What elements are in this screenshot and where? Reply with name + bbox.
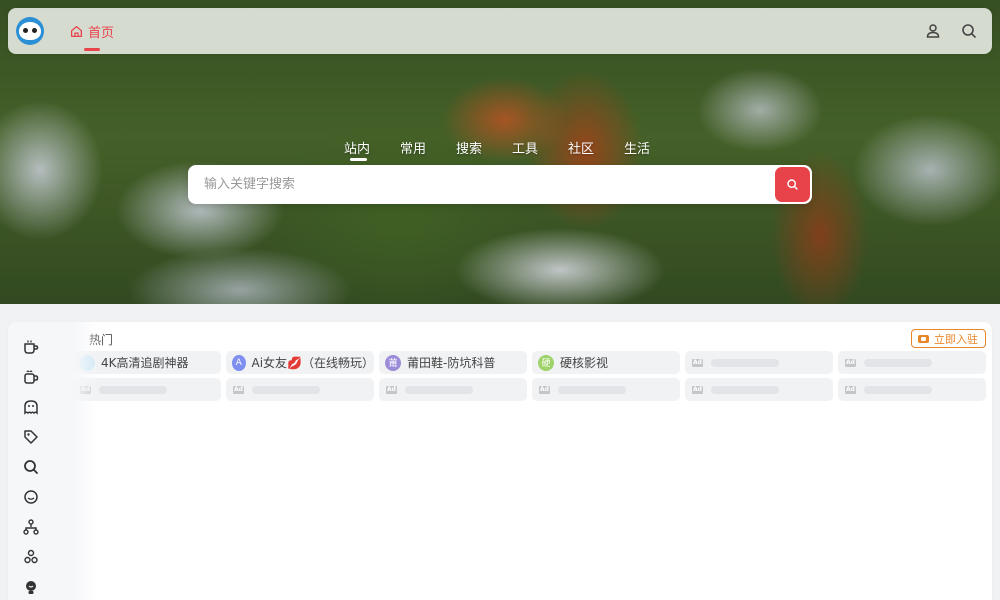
ad-placeholder-bar: [864, 385, 932, 394]
ad-placeholder[interactable]: Ad: [379, 378, 527, 401]
coffee-icon[interactable]: [22, 338, 40, 356]
search-input[interactable]: [188, 165, 768, 204]
ad-placeholder-bar: [405, 385, 473, 394]
join-button-label: 立即入驻: [934, 332, 978, 346]
sitemap-icon[interactable]: [22, 518, 40, 536]
ad-tag: Ad: [386, 385, 397, 394]
ad-placeholder-bar: [864, 358, 932, 367]
search-bar: [188, 165, 812, 204]
ad-tag: Ad: [692, 385, 703, 394]
ad-tag: Ad: [845, 358, 856, 367]
list-item[interactable]: 莆 莆田鞋-防坑科普: [379, 351, 527, 374]
ad-placeholder-bar: [711, 358, 779, 367]
ad-badge-icon: [918, 334, 929, 343]
top-navbar: 首页: [8, 8, 992, 54]
search-icon[interactable]: [960, 22, 978, 40]
tab-life[interactable]: 生活: [624, 138, 680, 157]
tags-icon[interactable]: [22, 428, 40, 446]
mug-icon[interactable]: [22, 368, 40, 386]
site-link-label: Ai女友💋（在线畅玩）: [251, 356, 375, 370]
home-icon: [70, 25, 83, 38]
nodes-icon[interactable]: [22, 548, 40, 566]
site-avatar: A: [232, 354, 246, 371]
tab-tools[interactable]: 工具: [512, 138, 568, 157]
ad-placeholder-bar: [252, 385, 320, 394]
search-icon: [787, 179, 798, 190]
site-link-label: 莆田鞋-防坑科普: [407, 356, 496, 370]
lightbulb-icon[interactable]: [22, 578, 40, 596]
ad-placeholder-bar: [711, 385, 779, 394]
category-sidebar: [8, 322, 100, 600]
ad-tag: Ad: [845, 385, 856, 394]
search-submit-button[interactable]: [775, 167, 810, 202]
ad-tag: Ad: [233, 385, 244, 394]
tab-site[interactable]: 站内: [344, 138, 400, 161]
tab-community[interactable]: 社区: [568, 138, 624, 157]
list-item[interactable]: 硬 硬核影视: [532, 351, 680, 374]
site-link-label: 4K高清追剧神器: [101, 356, 189, 370]
join-button[interactable]: 立即入驻: [911, 329, 986, 348]
nav-home-link[interactable]: 首页: [70, 22, 114, 41]
list-item[interactable]: A Ai女友💋（在线畅玩）: [226, 351, 374, 374]
site-logo[interactable]: [16, 17, 44, 45]
nav-home-label: 首页: [88, 26, 115, 41]
ad-tag: Ad: [539, 385, 550, 394]
ad-placeholder-bar: [558, 385, 626, 394]
ad-placeholder[interactable]: Ad: [685, 351, 833, 374]
ad-placeholder[interactable]: Ad: [838, 378, 986, 401]
search-icon[interactable]: [22, 458, 40, 476]
ghost-icon[interactable]: [22, 398, 40, 416]
ad-placeholder[interactable]: Ad: [226, 378, 374, 401]
ad-placeholder[interactable]: Ad: [532, 378, 680, 401]
tab-common[interactable]: 常用: [400, 138, 456, 157]
search-category-tabs: 站内 常用 搜索 工具 社区 生活: [344, 138, 680, 161]
nav-active-indicator: [84, 48, 100, 51]
chat-icon[interactable]: [22, 488, 40, 506]
ad-placeholder[interactable]: Ad: [838, 351, 986, 374]
site-avatar: 莆: [385, 354, 401, 371]
ad-placeholder-bar: [99, 385, 167, 394]
site-link-label: 硬核影视: [560, 356, 609, 370]
tab-search[interactable]: 搜索: [456, 138, 512, 157]
site-avatar: 硬: [538, 354, 554, 371]
ad-tag: Ad: [692, 358, 703, 367]
user-icon[interactable]: [924, 22, 942, 40]
ad-placeholder[interactable]: Ad: [685, 378, 833, 401]
